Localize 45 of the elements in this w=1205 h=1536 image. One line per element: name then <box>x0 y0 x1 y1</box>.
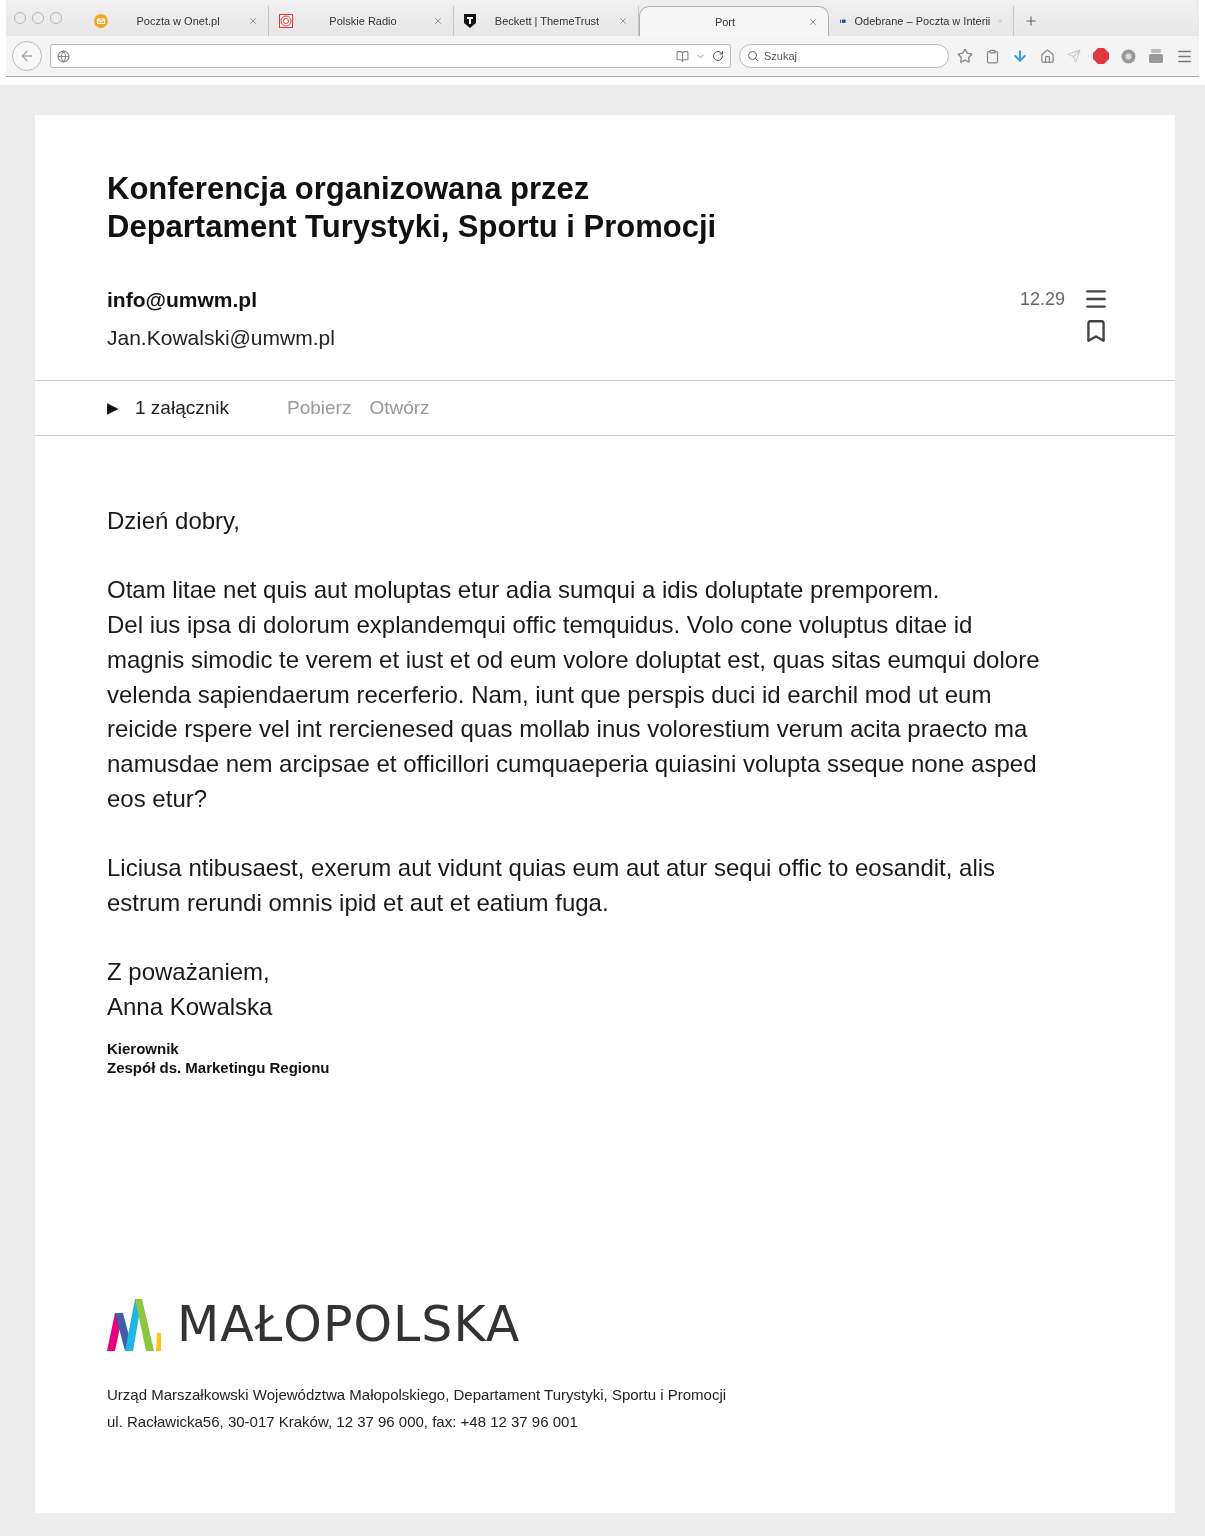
signature-team: Zespół ds. Marketingu Regionu <box>107 1057 331 1077</box>
expand-toggle[interactable]: ▶ <box>107 399 119 417</box>
body-paragraph: Liciusa ntibusaest, exerum aut vidunt quias eum aut atur sequi offic to eosandit, alis estrum rerundi omnis ipid et aut et eatium fuga. <box>107 853 997 918</box>
clipboard-icon[interactable] <box>985 48 1000 64</box>
video-icon[interactable] <box>1148 48 1164 64</box>
new-tab-icon[interactable] <box>1024 14 1038 28</box>
attachment-count: 1 załącznik <box>135 397 229 419</box>
search-field[interactable]: Szukaj <box>739 44 949 68</box>
body-paragraph: Otam litae net quis aut moluptas etur adia sumqui a idis doluptate premporem. Del ius ipsa di dolorum explandemqui offic temquidus. Volo cone voluptus ditae id magnis simodic te verem et iust et od eum volore doluptat est, quas sitas eumqui dolore velenda sapiendaerum recerferio. Nam, iunt que perspis duci id earchil mod ut eum reicide rspere vel int rercienesed quas mollab inus volorestium verum acita praecto ma namusdae nem arcipsae et officillori cumquaeperia quiasini volupta sseque none asped eos etur? <box>107 575 1041 814</box>
signature-name: Anna Kowalska <box>107 991 274 1022</box>
globe-icon <box>57 49 70 63</box>
greeting: Dzień dobry, <box>107 506 241 536</box>
signature-role: Kierownik <box>107 1038 180 1058</box>
home-icon[interactable] <box>1040 48 1055 64</box>
back-button[interactable] <box>12 41 42 71</box>
target-icon <box>279 14 293 28</box>
footer-text: Urząd Marszałkowski Województwa Małopolskiego, Departament Turystyki, Sportu i Promocji <box>107 1385 728 1405</box>
envelope-icon <box>94 14 108 28</box>
closing: Z poważaniem, <box>107 957 271 988</box>
reload-icon[interactable] <box>712 50 724 62</box>
close-icon[interactable] <box>808 16 818 27</box>
send-icon[interactable] <box>1067 49 1081 63</box>
browser-tab[interactable]: Port <box>639 6 829 36</box>
close-icon[interactable] <box>433 16 443 26</box>
stop-sign-icon[interactable] <box>1093 48 1109 64</box>
close-icon[interactable] <box>248 16 258 26</box>
site-favicon-icon <box>839 15 847 27</box>
circle-icon[interactable] <box>1121 48 1136 64</box>
logo-text: MAŁOPOLSKA <box>177 1296 521 1353</box>
address-field[interactable] <box>50 44 731 68</box>
email-time: 12.29 <box>1019 289 1065 310</box>
book-icon[interactable] <box>676 49 689 63</box>
sender-address: info@umwm.pl <box>107 288 258 312</box>
email-subject: Konferencja organizowana przez Departament Turystyki, Sportu i Promocji <box>107 170 718 246</box>
shield-icon <box>464 14 476 28</box>
logo-mark-icon <box>107 1298 163 1351</box>
star-icon[interactable] <box>957 48 973 64</box>
download-icon[interactable] <box>1012 48 1028 64</box>
close-icon[interactable] <box>618 16 628 26</box>
window-button[interactable] <box>50 12 62 24</box>
close-icon[interactable] <box>998 16 1003 26</box>
recipient-address: Jan.Kowalski@umwm.pl <box>107 326 335 350</box>
footer-text: ul. Racławicka56, 30-017 Kraków, 12 37 96 000, fax: +48 12 37 96 001 <box>107 1412 579 1432</box>
window-button[interactable] <box>14 12 26 24</box>
window-button[interactable] <box>32 12 44 24</box>
